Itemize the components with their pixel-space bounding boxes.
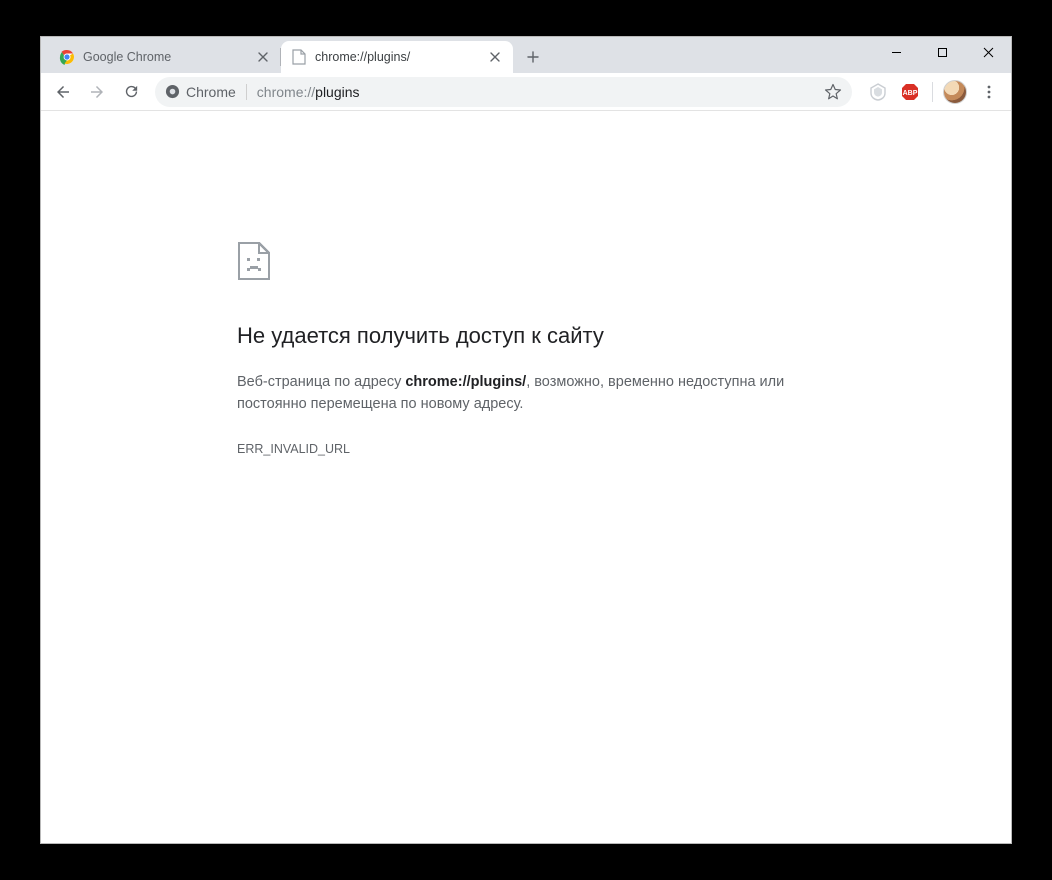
chrome-chip-icon <box>165 84 180 99</box>
error-code: ERR_INVALID_URL <box>237 442 827 456</box>
toolbar-divider <box>932 82 933 102</box>
yandex-extension-icon[interactable] <box>864 78 892 106</box>
sad-page-icon <box>237 241 277 285</box>
page-favicon-icon <box>291 49 307 65</box>
error-description: Веб-страница по адресу chrome://plugins/… <box>237 371 827 416</box>
site-chip-label: Chrome <box>186 84 236 100</box>
back-button[interactable] <box>47 76 79 108</box>
toolbar: Chrome chrome://plugins ABP <box>41 73 1011 111</box>
reload-button[interactable] <box>115 76 147 108</box>
svg-text:ABP: ABP <box>903 90 918 97</box>
tab-label: chrome://plugins/ <box>315 50 479 64</box>
tab-strip: Google Chrome chrome://plugins/ <box>41 37 1011 73</box>
error-desc-url: chrome://plugins/ <box>405 374 526 390</box>
tab-label: Google Chrome <box>83 50 247 64</box>
url-host: plugins <box>315 84 359 100</box>
error-desc-before: Веб-страница по адресу <box>237 374 405 390</box>
window-close-button[interactable] <box>965 37 1011 67</box>
window-controls <box>873 37 1011 67</box>
browser-menu-button[interactable] <box>973 76 1005 108</box>
extension-icons: ABP <box>860 76 1005 108</box>
tab-close-button[interactable] <box>487 49 503 65</box>
tab-close-button[interactable] <box>255 49 271 65</box>
error-page: Не удается получить доступ к сайту Веб-с… <box>237 241 827 456</box>
chrome-favicon-icon <box>59 49 75 65</box>
avatar <box>943 80 967 104</box>
address-bar[interactable]: Chrome chrome://plugins <box>155 77 852 107</box>
tab-plugins[interactable]: chrome://plugins/ <box>281 41 513 73</box>
window-minimize-button[interactable] <box>873 37 919 67</box>
bookmark-star-button[interactable] <box>824 83 842 101</box>
url-prefix: chrome:// <box>257 84 315 100</box>
site-chip: Chrome <box>165 84 247 100</box>
profile-avatar-button[interactable] <box>941 78 969 106</box>
adblock-extension-icon[interactable]: ABP <box>896 78 924 106</box>
error-title: Не удается получить доступ к сайту <box>237 323 827 349</box>
window-maximize-button[interactable] <box>919 37 965 67</box>
new-tab-button[interactable] <box>519 43 547 71</box>
page-content: Не удается получить доступ к сайту Веб-с… <box>41 111 1011 843</box>
forward-button[interactable] <box>81 76 113 108</box>
browser-window: Google Chrome chrome://plugins/ <box>40 36 1012 844</box>
url-text: chrome://plugins <box>257 84 360 100</box>
tab-google-chrome[interactable]: Google Chrome <box>49 41 281 73</box>
